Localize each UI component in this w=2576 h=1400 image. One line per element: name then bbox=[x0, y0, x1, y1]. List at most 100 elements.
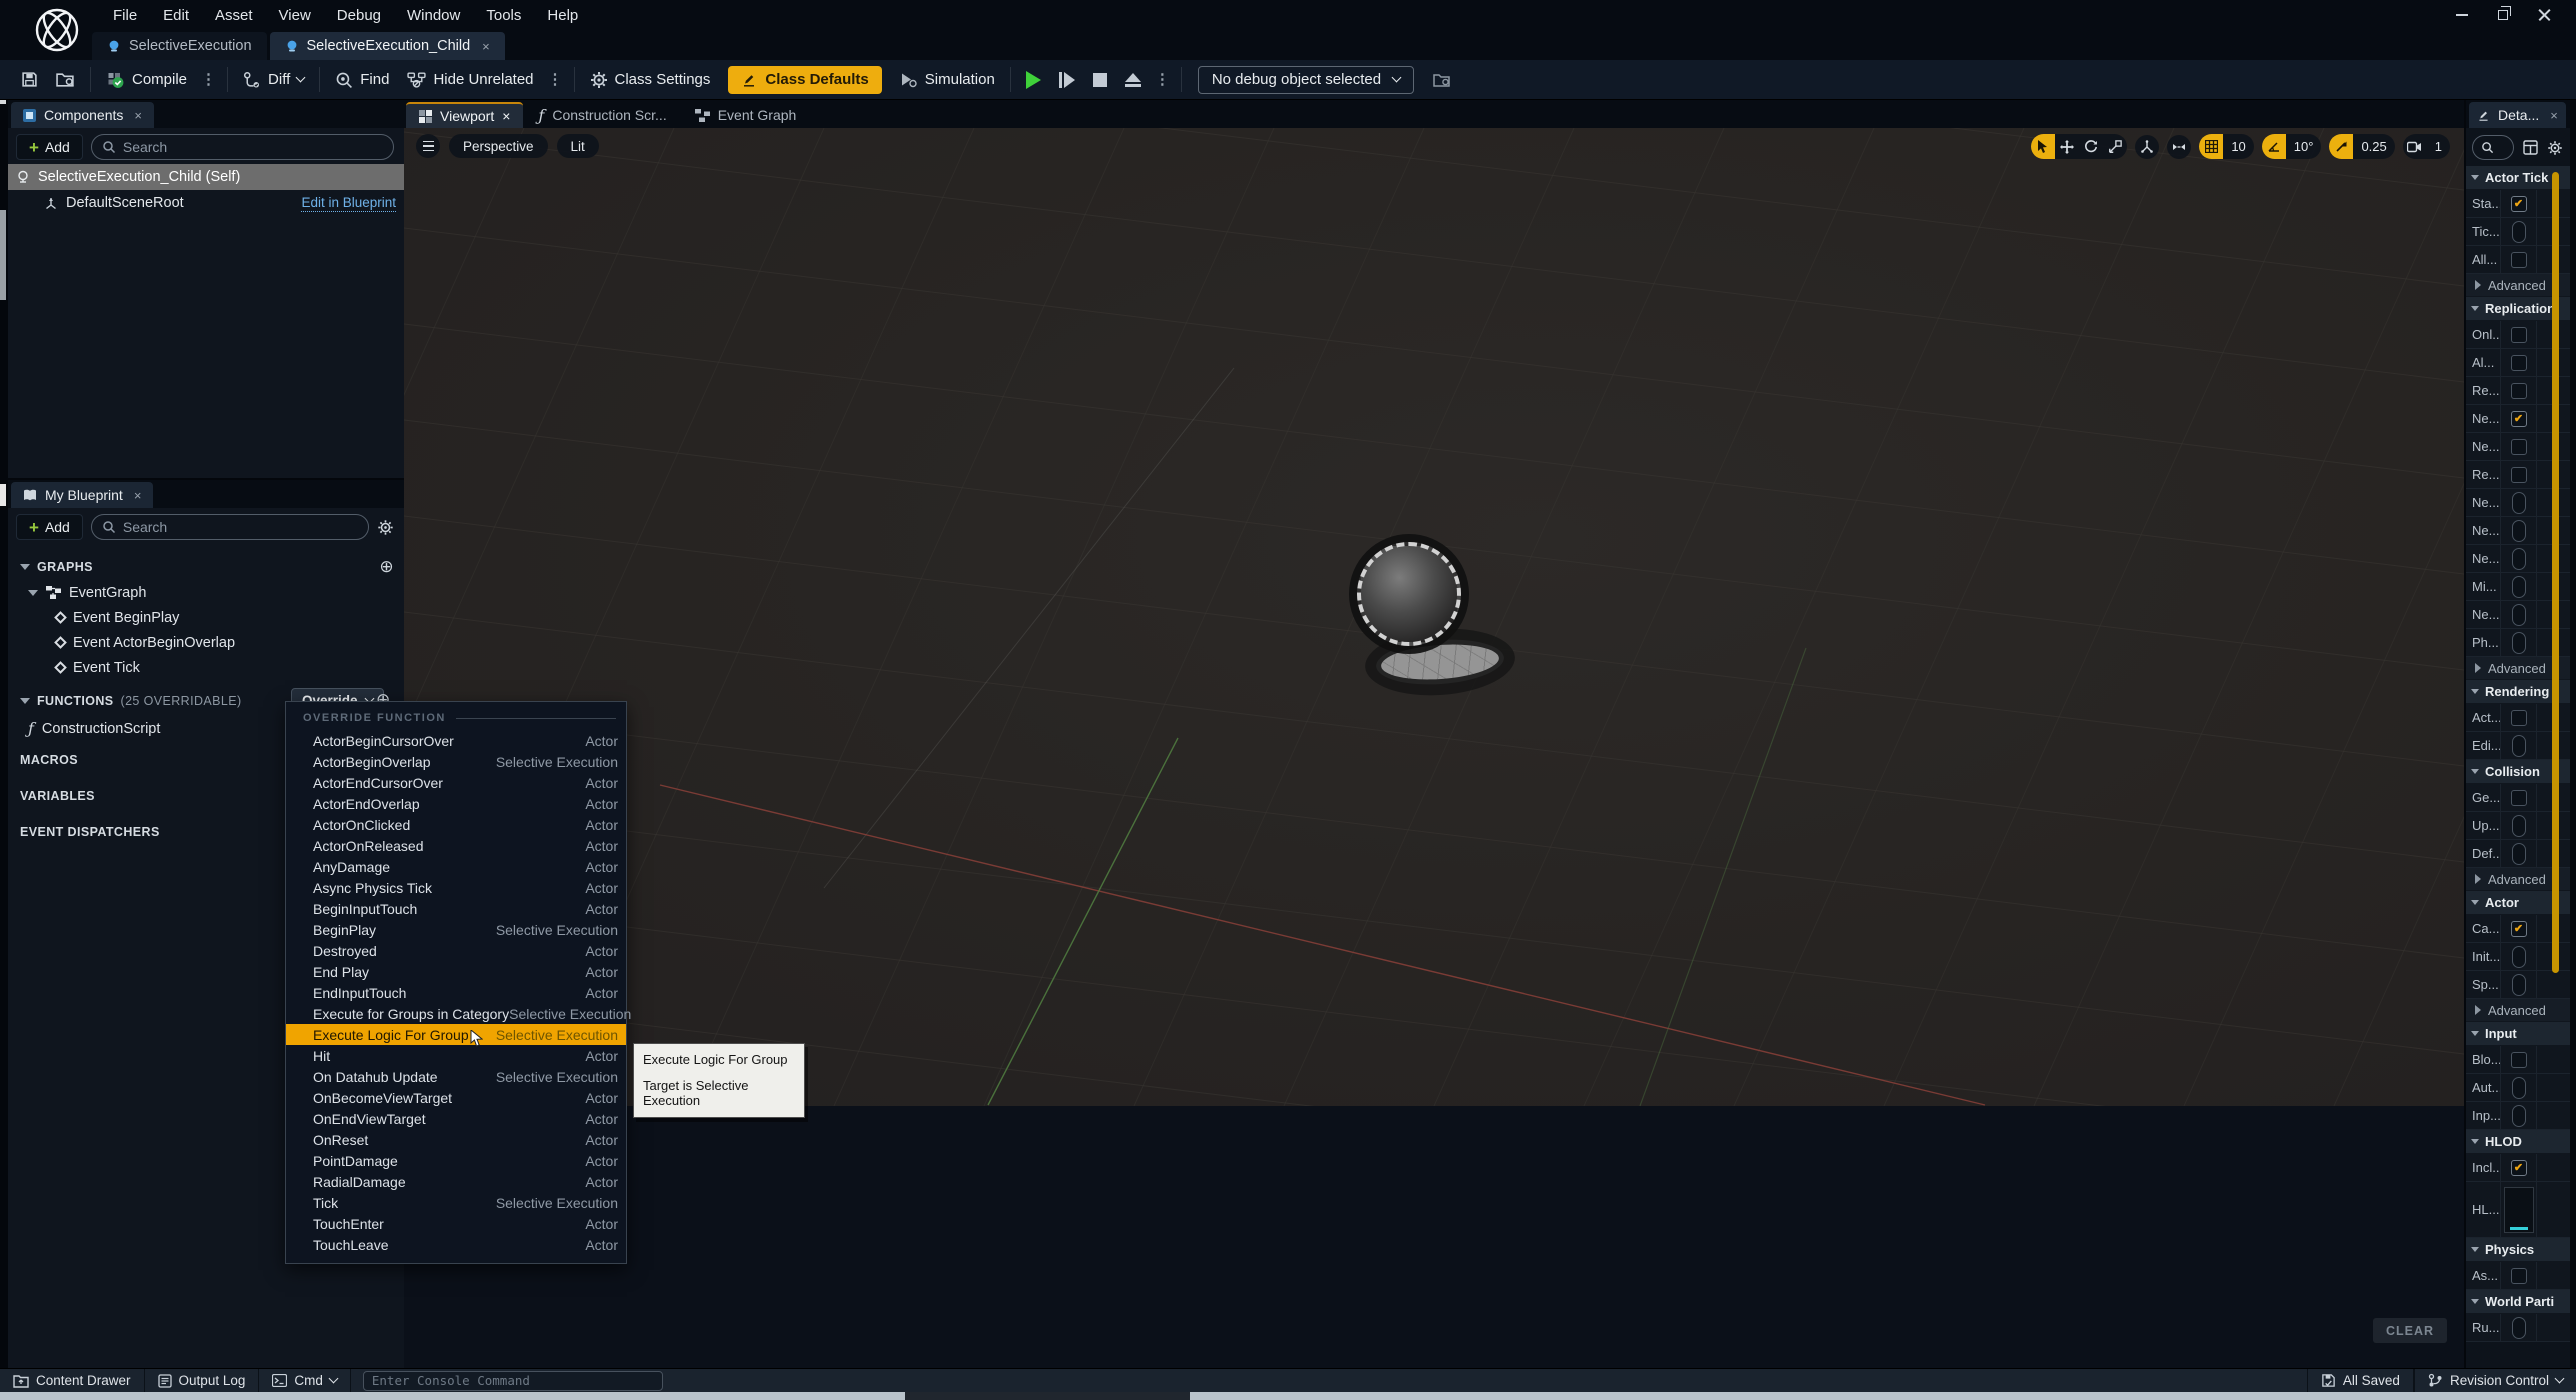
play-options-kebab-icon[interactable]: ⋮ bbox=[1150, 72, 1175, 87]
value-field[interactable] bbox=[2512, 576, 2526, 598]
close-tab-icon[interactable]: × bbox=[482, 39, 490, 54]
details-search[interactable] bbox=[2472, 135, 2514, 160]
override-menu-item[interactable]: ActorBeginCursorOver Actor bbox=[286, 730, 626, 751]
browse-debug-object-button[interactable] bbox=[1424, 60, 1460, 100]
content-drawer-button[interactable]: Content Drawer bbox=[0, 1369, 145, 1393]
camera-speed-value[interactable]: 1 bbox=[2427, 134, 2450, 159]
viewport-menu-button[interactable] bbox=[416, 134, 440, 158]
menu-item[interactable]: Window bbox=[394, 0, 473, 30]
graphs-section-header[interactable]: GRAPHS ⊕ bbox=[20, 554, 394, 580]
menu-item[interactable]: Tools bbox=[473, 0, 534, 30]
event-node-row[interactable]: Event BeginPlay bbox=[20, 605, 394, 630]
value-field[interactable] bbox=[2512, 520, 2526, 542]
override-menu-item[interactable]: ActorOnClicked Actor bbox=[286, 814, 626, 835]
override-menu-item[interactable]: EndInputTouch Actor bbox=[286, 982, 626, 1003]
override-menu-item[interactable]: Execute for Groups in Category Selective… bbox=[286, 1003, 626, 1024]
override-menu-item[interactable]: Destroyed Actor bbox=[286, 940, 626, 961]
value-field[interactable] bbox=[2512, 815, 2526, 837]
advanced-toggle[interactable]: Advanced bbox=[2466, 999, 2570, 1022]
rotation-snap-toggle[interactable] bbox=[2262, 134, 2286, 159]
value-field[interactable] bbox=[2512, 1077, 2526, 1099]
value-field[interactable] bbox=[2512, 632, 2526, 654]
checkbox[interactable] bbox=[2511, 1268, 2527, 1284]
my-blueprint-search-input[interactable] bbox=[123, 519, 358, 535]
surface-snapping-button[interactable] bbox=[2167, 135, 2191, 159]
event-graph-row[interactable]: EventGraph bbox=[20, 580, 394, 605]
override-menu-item[interactable]: OnBecomeViewTarget Actor bbox=[286, 1087, 626, 1108]
grid-snap-toggle[interactable] bbox=[2199, 134, 2223, 159]
checkbox[interactable] bbox=[2511, 252, 2527, 268]
event-node-row[interactable]: Event Tick bbox=[20, 655, 394, 680]
event-node-row[interactable]: Event ActorBeginOverlap bbox=[20, 630, 394, 655]
override-menu-item[interactable]: RadialDamage Actor bbox=[286, 1171, 626, 1192]
clear-button[interactable]: CLEAR bbox=[2373, 1318, 2447, 1343]
compile-options-kebab-icon[interactable]: ⋮ bbox=[196, 72, 221, 87]
perspective-button[interactable]: Perspective bbox=[449, 134, 548, 158]
scale-snap-value[interactable]: 0.25 bbox=[2353, 134, 2394, 159]
camera-speed-button[interactable] bbox=[2403, 134, 2427, 159]
minimize-icon[interactable] bbox=[2456, 14, 2468, 16]
tab-selectiveexecution[interactable]: SelectiveExecution bbox=[92, 32, 267, 60]
override-menu-item[interactable]: ActorOnReleased Actor bbox=[286, 835, 626, 856]
details-scrollbar[interactable] bbox=[2552, 172, 2559, 973]
override-menu-item[interactable]: OnEndViewTarget Actor bbox=[286, 1108, 626, 1129]
override-menu-item[interactable]: End Play Actor bbox=[286, 961, 626, 982]
override-menu-item[interactable]: Tick Selective Execution bbox=[286, 1192, 626, 1213]
checkbox[interactable] bbox=[2511, 355, 2527, 371]
component-child-row[interactable]: DefaultSceneRoot Edit in Blueprint bbox=[8, 190, 404, 216]
details-tab[interactable]: Deta... × bbox=[2469, 102, 2566, 128]
checkbox[interactable] bbox=[2511, 327, 2527, 343]
menu-item[interactable]: Edit bbox=[150, 0, 202, 30]
tab-event-graph[interactable]: Event Graph bbox=[682, 102, 810, 128]
grid-snap-value[interactable]: 10 bbox=[2223, 134, 2253, 159]
cmd-dropdown[interactable]: Cmd bbox=[259, 1369, 351, 1393]
value-field[interactable] bbox=[2512, 1105, 2526, 1127]
checkbox[interactable] bbox=[2511, 1160, 2527, 1176]
override-menu-item[interactable]: ActorEndCursorOver Actor bbox=[286, 772, 626, 793]
lit-mode-button[interactable]: Lit bbox=[557, 134, 599, 158]
add-component-button[interactable]: + Add bbox=[16, 134, 83, 160]
viewport-3d-view[interactable]: Perspective Lit 10 10° bbox=[404, 128, 2464, 1106]
checkbox[interactable] bbox=[2511, 196, 2527, 212]
value-field[interactable] bbox=[2512, 1317, 2526, 1339]
add-graph-icon[interactable]: ⊕ bbox=[379, 557, 394, 577]
components-tab[interactable]: Components × bbox=[11, 102, 154, 128]
override-menu-item[interactable]: ActorBeginOverlap Selective Execution bbox=[286, 751, 626, 772]
components-search[interactable] bbox=[91, 134, 394, 160]
add-blueprint-item-button[interactable]: + Add bbox=[16, 514, 83, 540]
close-panel-icon[interactable]: × bbox=[2550, 108, 2558, 123]
override-menu-item[interactable]: On Datahub Update Selective Execution bbox=[286, 1066, 626, 1087]
value-field[interactable] bbox=[2512, 946, 2526, 968]
select-tool-button[interactable] bbox=[2031, 134, 2055, 159]
rotate-tool-button[interactable] bbox=[2079, 134, 2103, 159]
rotation-snap-value[interactable]: 10° bbox=[2286, 134, 2322, 159]
checkbox[interactable] bbox=[2511, 790, 2527, 806]
scale-tool-button[interactable] bbox=[2103, 134, 2127, 159]
checkbox[interactable] bbox=[2511, 710, 2527, 726]
tab-viewport[interactable]: Viewport × bbox=[406, 102, 523, 128]
edit-in-blueprint-link[interactable]: Edit in Blueprint bbox=[301, 195, 396, 212]
override-menu-item[interactable]: BeginInputTouch Actor bbox=[286, 898, 626, 919]
checkbox[interactable] bbox=[2511, 411, 2527, 427]
output-log-button[interactable]: Output Log bbox=[145, 1369, 260, 1393]
override-menu-item[interactable]: OnReset Actor bbox=[286, 1129, 626, 1150]
hide-unrelated-button[interactable]: Hide Unrelated bbox=[398, 60, 542, 100]
eject-button[interactable] bbox=[1116, 60, 1150, 100]
override-menu-item[interactable]: TouchEnter Actor bbox=[286, 1213, 626, 1234]
category-header[interactable]: Physics bbox=[2466, 1238, 2570, 1262]
hide-unrelated-options-kebab-icon[interactable]: ⋮ bbox=[543, 72, 568, 87]
debug-object-dropdown[interactable]: No debug object selected bbox=[1198, 66, 1414, 94]
maximize-icon[interactable] bbox=[2498, 10, 2508, 20]
my-blueprint-tab[interactable]: My Blueprint × bbox=[11, 482, 153, 508]
settings-gear-icon[interactable] bbox=[2547, 140, 2563, 156]
console-command-input[interactable] bbox=[372, 1373, 654, 1388]
close-panel-icon[interactable]: × bbox=[134, 108, 142, 123]
my-blueprint-search[interactable] bbox=[91, 514, 369, 540]
override-menu-item[interactable]: BeginPlay Selective Execution bbox=[286, 919, 626, 940]
close-panel-icon[interactable]: × bbox=[134, 488, 142, 503]
menu-item[interactable]: Debug bbox=[324, 0, 394, 30]
class-settings-button[interactable]: Class Settings bbox=[581, 60, 720, 100]
class-defaults-button[interactable]: Class Defaults bbox=[728, 66, 881, 94]
checkbox[interactable] bbox=[2511, 383, 2527, 399]
value-field[interactable] bbox=[2512, 221, 2526, 243]
